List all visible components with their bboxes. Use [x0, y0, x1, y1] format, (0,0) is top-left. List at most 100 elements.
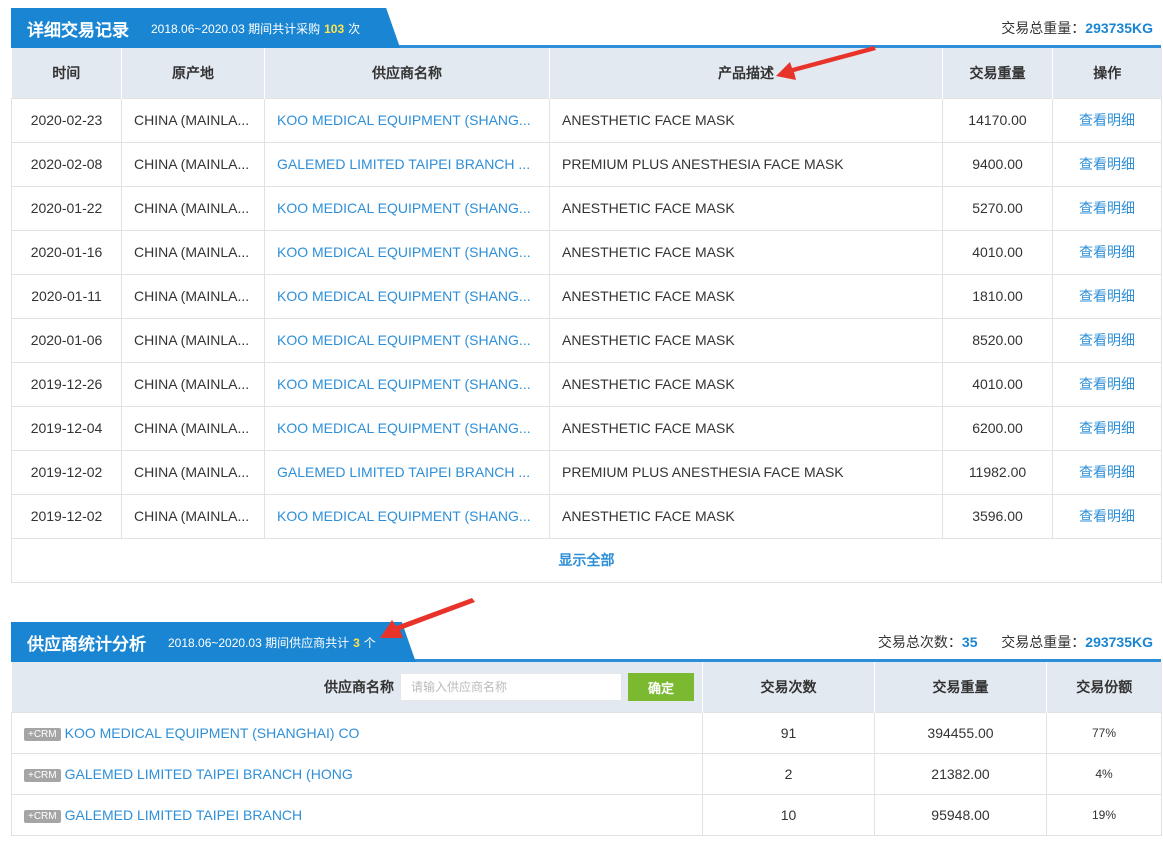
table-row: 2020-01-16 CHINA (MAINLA... KOO MEDICAL EQ… — [11, 229, 1162, 275]
supplier-filter-cell: 供应商名称 确定 — [11, 662, 703, 713]
supplier-link[interactable]: KOO MEDICAL EQUIPMENT (SHANG... — [277, 420, 531, 436]
view-detail-link[interactable]: 查看明细 — [1079, 376, 1135, 392]
view-detail-link[interactable]: 查看明细 — [1079, 156, 1135, 172]
supplier-name-cell: +CRM KOO MEDICAL EQUIPMENT (SHANGHAI) CO — [11, 712, 703, 754]
row-action[interactable]: 查看明细 — [1052, 493, 1162, 539]
supplier-link[interactable]: GALEMED LIMITED TAIPEI BRANCH — [65, 807, 303, 823]
row-origin: CHINA (MAINLA... — [121, 273, 265, 319]
confirm-button[interactable]: 确定 — [628, 673, 694, 701]
supplier-link[interactable]: KOO MEDICAL EQUIPMENT (SHANG... — [277, 200, 531, 216]
supplier-link[interactable]: KOO MEDICAL EQUIPMENT (SHANG... — [277, 508, 531, 524]
col-supplier-weight: 交易重量 — [874, 662, 1047, 713]
supplier-link[interactable]: KOO MEDICAL EQUIPMENT (SHANG... — [277, 244, 531, 260]
row-supplier[interactable]: KOO MEDICAL EQUIPMENT (SHANG... — [264, 317, 550, 363]
table-row: 2019-12-02 CHINA (MAINLA... GALEMED LIMITE… — [11, 449, 1162, 495]
row-supplier[interactable]: KOO MEDICAL EQUIPMENT (SHANG... — [264, 361, 550, 407]
supplier-link[interactable]: KOO MEDICAL EQUIPMENT (SHANG... — [277, 288, 531, 304]
row-action[interactable]: 查看明细 — [1052, 317, 1162, 363]
row-action[interactable]: 查看明细 — [1052, 141, 1162, 187]
crm-badge[interactable]: +CRM — [24, 810, 61, 823]
row-origin: CHINA (MAINLA... — [121, 97, 265, 143]
show-all-row: 显示全部 — [11, 537, 1162, 583]
supplier-link[interactable]: KOO MEDICAL EQUIPMENT (SHANGHAI) CO — [65, 725, 360, 741]
view-detail-link[interactable]: 查看明细 — [1079, 508, 1135, 524]
row-product: ANESTHETIC FACE MASK — [549, 273, 943, 319]
records-table: 时间 原产地 供应商名称 产品描述 交易重量 操作 2020-02-23 CHIN… — [11, 48, 1162, 583]
supplier-link[interactable]: GALEMED LIMITED TAIPEI BRANCH ... — [277, 464, 530, 480]
supplier-weight: 394455.00 — [874, 712, 1047, 754]
table-row: 2020-01-11 CHINA (MAINLA... KOO MEDICAL EQ… — [11, 273, 1162, 319]
supplier-link[interactable]: KOO MEDICAL EQUIPMENT (SHANG... — [277, 376, 531, 392]
row-product: ANESTHETIC FACE MASK — [549, 405, 943, 451]
row-product: ANESTHETIC FACE MASK — [549, 361, 943, 407]
col-action: 操作 — [1052, 48, 1162, 98]
row-product: ANESTHETIC FACE MASK — [549, 185, 943, 231]
records-total-weight: 交易总重量：293735KG — [1001, 20, 1153, 36]
row-weight: 9400.00 — [942, 141, 1053, 187]
row-product: ANESTHETIC FACE MASK — [549, 493, 943, 539]
row-weight: 6200.00 — [942, 405, 1053, 451]
row-weight: 14170.00 — [942, 97, 1053, 143]
table-row: 2020-01-22 CHINA (MAINLA... KOO MEDICAL EQ… — [11, 185, 1162, 231]
supplier-link[interactable]: GALEMED LIMITED TAIPEI BRANCH ... — [277, 156, 530, 172]
records-tab: 详细交易记录 2018.06~2020.03 期间共计采购 103 次 — [11, 8, 400, 48]
view-detail-link[interactable]: 查看明细 — [1079, 288, 1135, 304]
row-origin: CHINA (MAINLA... — [121, 449, 265, 495]
col-weight: 交易重量 — [942, 48, 1053, 98]
crm-badge[interactable]: +CRM — [24, 769, 61, 782]
col-origin: 原产地 — [121, 48, 265, 98]
row-supplier[interactable]: KOO MEDICAL EQUIPMENT (SHANG... — [264, 97, 550, 143]
table-row: 2020-01-06 CHINA (MAINLA... KOO MEDICAL EQ… — [11, 317, 1162, 363]
row-supplier[interactable]: KOO MEDICAL EQUIPMENT (SHANG... — [264, 405, 550, 451]
row-action[interactable]: 查看明细 — [1052, 405, 1162, 451]
supplier-weight: 21382.00 — [874, 753, 1047, 795]
supplier-count: 10 — [702, 794, 875, 836]
row-supplier[interactable]: GALEMED LIMITED TAIPEI BRANCH ... — [264, 449, 550, 495]
view-detail-link[interactable]: 查看明细 — [1079, 420, 1135, 436]
row-date: 2019-12-04 — [11, 405, 122, 451]
supplier-search-input[interactable] — [400, 673, 622, 701]
row-supplier[interactable]: KOO MEDICAL EQUIPMENT (SHANG... — [264, 185, 550, 231]
row-action[interactable]: 查看明细 — [1052, 229, 1162, 275]
crm-badge[interactable]: +CRM — [24, 728, 61, 741]
row-action[interactable]: 查看明细 — [1052, 185, 1162, 231]
suppliers-title: 供应商统计分析 — [27, 634, 146, 654]
row-action[interactable]: 查看明细 — [1052, 97, 1162, 143]
supplier-link[interactable]: KOO MEDICAL EQUIPMENT (SHANG... — [277, 112, 531, 128]
supplier-name-cell: +CRM GALEMED LIMITED TAIPEI BRANCH — [11, 794, 703, 836]
row-date: 2019-12-26 — [11, 361, 122, 407]
col-supplier: 供应商名称 — [264, 48, 550, 98]
supplier-link[interactable]: GALEMED LIMITED TAIPEI BRANCH (HONG — [65, 766, 353, 782]
row-supplier[interactable]: KOO MEDICAL EQUIPMENT (SHANG... — [264, 273, 550, 319]
records-count: 103 — [324, 21, 345, 36]
suppliers-totals: 交易总次数：35 交易总重量：293735KG — [877, 634, 1153, 650]
row-action[interactable]: 查看明细 — [1052, 361, 1162, 407]
suppliers-header: 供应商统计分析 2018.06~2020.03 期间供应商共计 3 个 交易总次数：… — [11, 622, 1161, 662]
row-product: PREMIUM PLUS ANESTHESIA FACE MASK — [549, 141, 943, 187]
view-detail-link[interactable]: 查看明细 — [1079, 464, 1135, 480]
col-date: 时间 — [11, 48, 122, 98]
row-origin: CHINA (MAINLA... — [121, 229, 265, 275]
row-product: ANESTHETIC FACE MASK — [549, 317, 943, 363]
row-weight: 1810.00 — [942, 273, 1053, 319]
supplier-link[interactable]: KOO MEDICAL EQUIPMENT (SHANG... — [277, 332, 531, 348]
row-supplier[interactable]: KOO MEDICAL EQUIPMENT (SHANG... — [264, 229, 550, 275]
supplier-weight: 95948.00 — [874, 794, 1047, 836]
row-origin: CHINA (MAINLA... — [121, 141, 265, 187]
table-row: 2019-12-26 CHINA (MAINLA... KOO MEDICAL EQ… — [11, 361, 1162, 407]
row-supplier[interactable]: KOO MEDICAL EQUIPMENT (SHANG... — [264, 493, 550, 539]
view-detail-link[interactable]: 查看明细 — [1079, 112, 1135, 128]
view-detail-link[interactable]: 查看明细 — [1079, 200, 1135, 216]
records-title: 详细交易记录 — [27, 20, 129, 40]
supplier-name-cell: +CRM GALEMED LIMITED TAIPEI BRANCH (HONG — [11, 753, 703, 795]
view-detail-link[interactable]: 查看明细 — [1079, 332, 1135, 348]
row-supplier[interactable]: GALEMED LIMITED TAIPEI BRANCH ... — [264, 141, 550, 187]
suppliers-table: 供应商名称 确定 交易次数 交易重量 交易份额 +CRM KOO MEDICAL … — [11, 662, 1162, 836]
supplier-count: 2 — [702, 753, 875, 795]
row-action[interactable]: 查看明细 — [1052, 449, 1162, 495]
view-detail-link[interactable]: 查看明细 — [1079, 244, 1135, 260]
row-date: 2020-02-23 — [11, 97, 122, 143]
row-product: PREMIUM PLUS ANESTHESIA FACE MASK — [549, 449, 943, 495]
row-action[interactable]: 查看明细 — [1052, 273, 1162, 319]
show-all-link[interactable]: 显示全部 — [11, 537, 1162, 583]
